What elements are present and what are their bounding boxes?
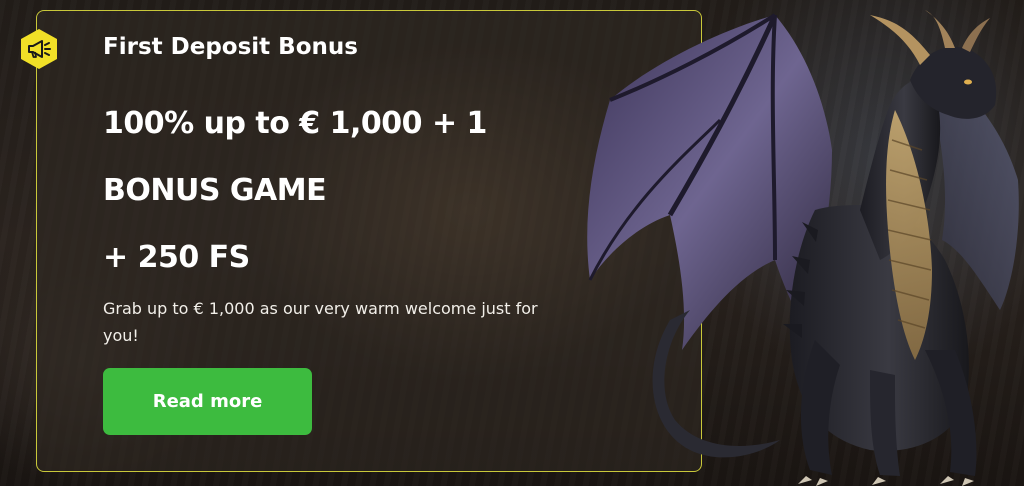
promo-description: Grab up to € 1,000 as our very warm welc…	[103, 299, 538, 345]
promo-title: First Deposit Bonus	[103, 34, 358, 60]
megaphone-icon	[18, 28, 60, 70]
read-more-button[interactable]: Read more	[103, 368, 312, 435]
dragon-illustration	[587, 10, 1019, 486]
promo-banner: First Deposit Bonus 100% up to € 1,000 +…	[0, 0, 1024, 486]
headline-offer: 100% up to € 1,000 + 1	[103, 106, 487, 141]
headline-free-spins: + 250 FS	[103, 240, 250, 275]
headline-bonus-game: BONUS GAME	[103, 173, 327, 208]
